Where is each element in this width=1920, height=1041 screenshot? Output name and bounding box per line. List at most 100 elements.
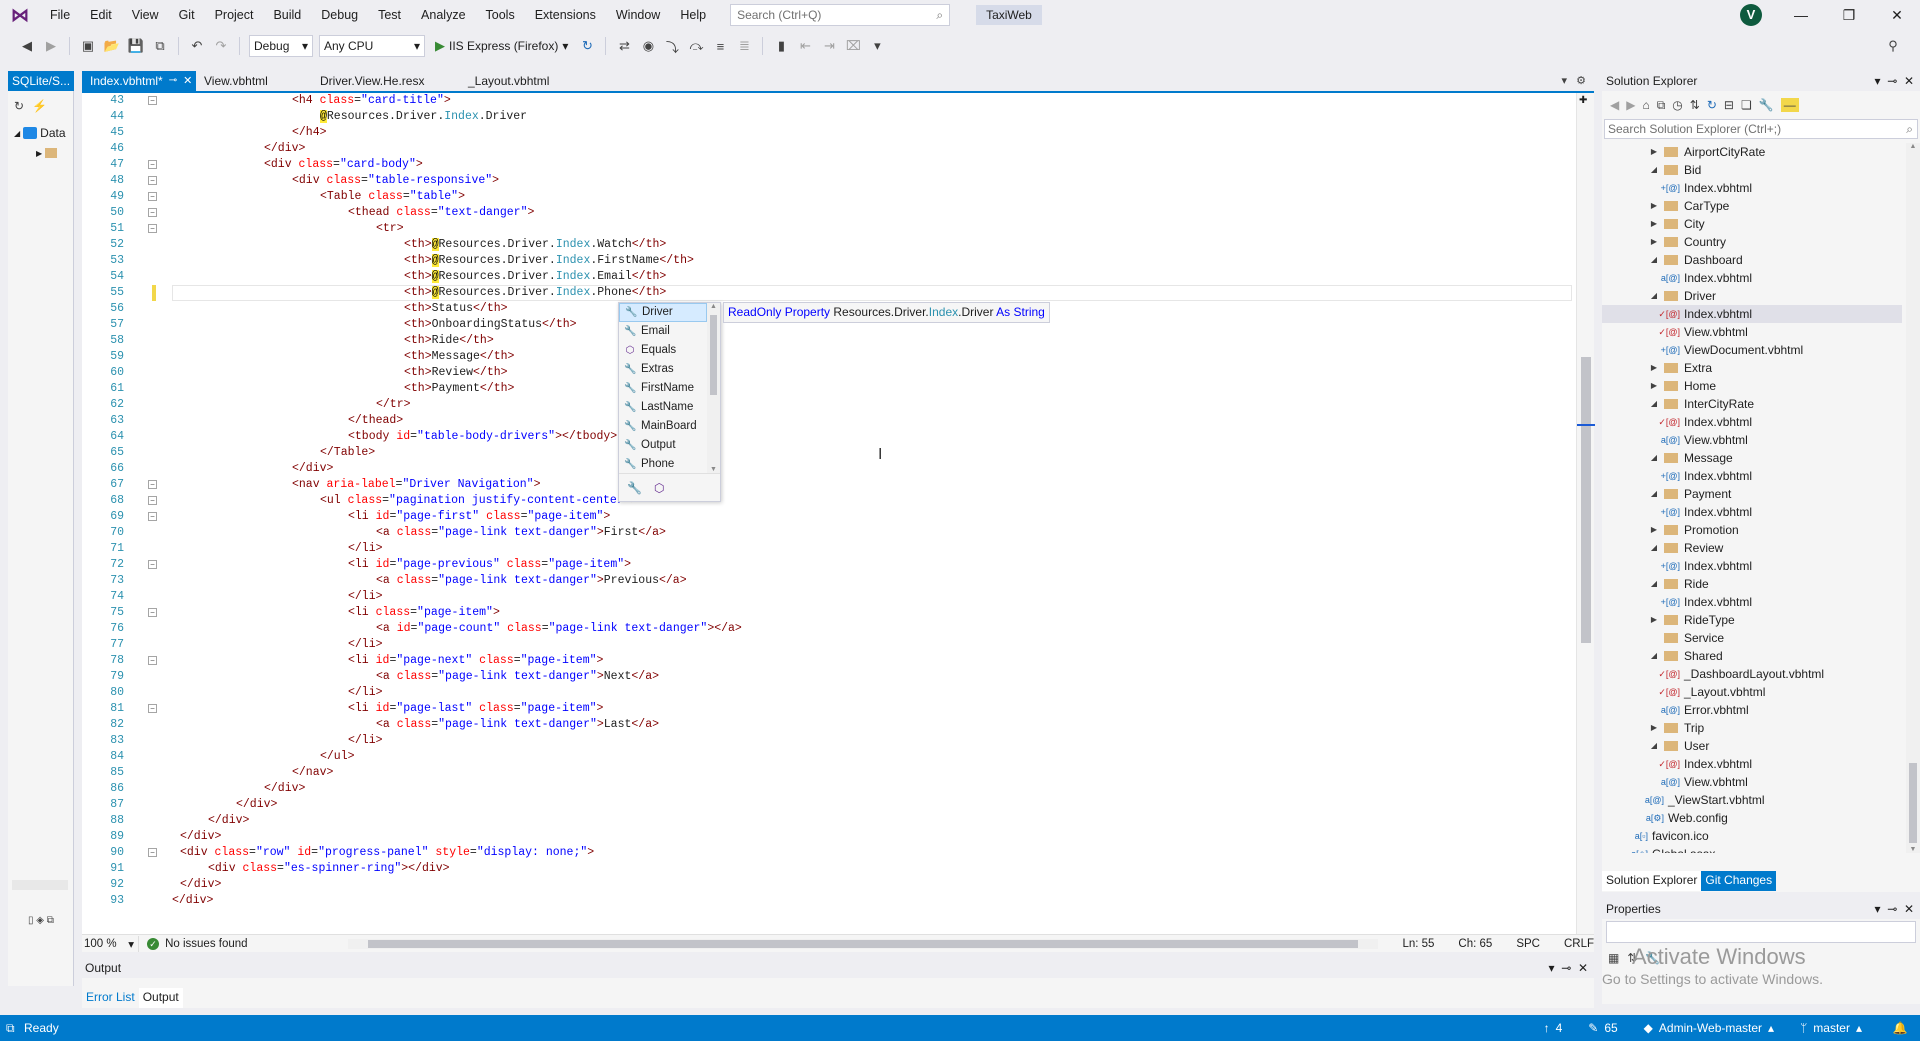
save-all-icon[interactable]: ⧉: [151, 37, 169, 55]
tab-output[interactable]: Output: [138, 988, 183, 1008]
code-line[interactable]: <a class="page-link text-danger">Previou…: [172, 573, 1572, 589]
menu-file[interactable]: File: [40, 0, 80, 30]
code-line[interactable]: @Resources.Driver.Index.Driver: [172, 109, 1572, 125]
tree-file[interactable]: ✓[@] _DashboardLayout.vbhtml: [1602, 665, 1902, 683]
code-line[interactable]: <th>@Resources.Driver.Index.Email</th>: [172, 269, 1572, 285]
branch-selector[interactable]: ᛘ master ▴: [1800, 1021, 1862, 1035]
menu-tools[interactable]: Tools: [476, 0, 525, 30]
fold-toggle-icon[interactable]: −: [148, 192, 157, 201]
expand-arrow-icon[interactable]: ▶: [1648, 719, 1660, 737]
code-line[interactable]: </div>: [172, 813, 1572, 829]
tree-file[interactable]: a[⚙] Web.config: [1602, 809, 1902, 827]
fold-toggle-icon[interactable]: −: [148, 512, 157, 521]
code-line[interactable]: </div>: [172, 781, 1572, 797]
scroll-up-icon[interactable]: ▲: [707, 303, 720, 310]
tree-folder[interactable]: ◢ User: [1602, 737, 1902, 755]
intellisense-completion-list[interactable]: 🔧 Driver 🔧 Email ⬡ Equals 🔧 Extras 🔧 FirstName 🔧 La…: [618, 302, 721, 502]
comment-icon[interactable]: ≡: [711, 37, 729, 55]
tab-index-vbhtml[interactable]: Index.vbhtml* ⊸ ✕: [82, 71, 196, 91]
uncomment-icon[interactable]: ≣: [735, 37, 753, 55]
code-line[interactable]: <a class="page-link text-danger">Next</a…: [172, 669, 1572, 685]
horizontal-scroll-thumb[interactable]: [367, 939, 1358, 948]
property-filter-icon[interactable]: 🔧: [627, 481, 642, 495]
code-line[interactable]: <div class="card-body">: [172, 157, 1572, 173]
code-line[interactable]: </div>: [172, 829, 1572, 845]
menu-help[interactable]: Help: [670, 0, 716, 30]
tree-file[interactable]: +[@] Index.vbhtml: [1602, 557, 1902, 575]
code-line[interactable]: <th>Review</th>: [172, 365, 1572, 381]
panel-window-controls[interactable]: ▾ ⊸ ✕: [1549, 958, 1594, 978]
close-window-icon[interactable]: ✕: [1874, 0, 1920, 30]
fold-toggle-icon[interactable]: −: [148, 704, 157, 713]
line-ending[interactable]: CRLF: [1564, 938, 1594, 950]
completion-item[interactable]: 🔧 Extras: [619, 360, 707, 379]
menu-edit[interactable]: Edit: [80, 0, 122, 30]
code-line[interactable]: <tr>: [172, 221, 1572, 237]
tab-overflow-dropdown-icon[interactable]: ▾ ⚙: [1561, 71, 1586, 91]
tree-file[interactable]: a[@] View.vbhtml: [1602, 773, 1902, 791]
tree-file[interactable]: +[@] Index.vbhtml: [1602, 593, 1902, 611]
solution-search-input[interactable]: Search Solution Explorer (Ctrl+;) ⌕: [1604, 119, 1918, 139]
new-project-icon[interactable]: ▣: [79, 37, 97, 55]
tab-layout-vbhtml[interactable]: _Layout.vbhtml: [460, 71, 590, 91]
fold-toggle-icon[interactable]: −: [148, 496, 157, 505]
fold-toggle-icon[interactable]: −: [148, 560, 157, 569]
code-line[interactable]: <li id="page-next" class="page-item">: [172, 653, 1572, 669]
code-line[interactable]: <a class="page-link text-danger">Last</a…: [172, 717, 1572, 733]
restore-icon[interactable]: ❐: [1826, 0, 1872, 30]
tree-folder[interactable]: ◢ Message: [1602, 449, 1902, 467]
code-line[interactable]: <th>@Resources.Driver.Index.Phone</th>: [172, 285, 1572, 301]
menu-test[interactable]: Test: [368, 0, 411, 30]
tree-file[interactable]: a[@] Error.vbhtml: [1602, 701, 1902, 719]
menu-extensions[interactable]: Extensions: [525, 0, 606, 30]
prev-bookmark-icon[interactable]: ⇤: [796, 37, 814, 55]
collapse-arrow-icon[interactable]: ◢: [1648, 575, 1660, 593]
forward-icon[interactable]: ▶: [1626, 98, 1635, 112]
account-avatar[interactable]: V: [1740, 4, 1762, 26]
tree-folder[interactable]: ◢ Driver: [1602, 287, 1902, 305]
menu-debug[interactable]: Debug: [311, 0, 368, 30]
completion-scrollbar[interactable]: ▲ ▼: [707, 303, 720, 473]
fold-toggle-icon[interactable]: −: [148, 224, 157, 233]
menu-window[interactable]: Window: [606, 0, 670, 30]
column-number[interactable]: Ch: 65: [1458, 938, 1492, 950]
tree-folder[interactable]: ◢ InterCityRate: [1602, 395, 1902, 413]
navigate-forward-icon[interactable]: ▶: [42, 37, 60, 55]
tree-folder[interactable]: ▶ Trip: [1602, 719, 1902, 737]
tree-file[interactable]: a[@] _ViewStart.vbhtml: [1602, 791, 1902, 809]
sync-icon[interactable]: ⇅: [1690, 98, 1700, 112]
code-line[interactable]: <li id="page-first" class="page-item">: [172, 509, 1572, 525]
zoom-dropdown[interactable]: 100 % ▾: [82, 935, 140, 952]
refresh-icon[interactable]: ↻: [14, 99, 24, 113]
code-line[interactable]: <div class="row" id="progress-panel" sty…: [172, 845, 1572, 861]
collapse-arrow-icon[interactable]: ◢: [1648, 395, 1660, 413]
line-number[interactable]: Ln: 55: [1402, 938, 1434, 950]
fold-toggle-icon[interactable]: −: [148, 656, 157, 665]
code-line[interactable]: </li>: [172, 733, 1572, 749]
tree-file[interactable]: +[@] Index.vbhtml: [1602, 503, 1902, 521]
scrollbar-thumb[interactable]: [1909, 763, 1917, 843]
switch-views-icon[interactable]: ⧉: [1657, 98, 1666, 113]
bookmark-icon[interactable]: ▮: [772, 37, 790, 55]
tree-file[interactable]: ✓[@] Index.vbhtml: [1602, 755, 1902, 773]
code-line[interactable]: </div>: [172, 461, 1572, 477]
minimize-icon[interactable]: —: [1778, 0, 1824, 30]
menu-analyze[interactable]: Analyze: [411, 0, 475, 30]
screenshot-icon[interactable]: ◉: [639, 37, 657, 55]
tree-file[interactable]: +[@] Index.vbhtml: [1602, 467, 1902, 485]
tree-folder[interactable]: ◢ Shared: [1602, 647, 1902, 665]
step-over-icon[interactable]: ⤼: [687, 37, 705, 55]
editor-horizontal-scrollbar[interactable]: [347, 938, 1379, 949]
code-line[interactable]: <li id="page-last" class="page-item">: [172, 701, 1572, 717]
code-editor[interactable]: 43 − 44 45 46 47 − 48 − 49 − 50 − 51 − 52 53 54 55 56 57 58 59…: [82, 91, 1595, 936]
tree-folder[interactable]: ▶ RideType: [1602, 611, 1902, 629]
back-icon[interactable]: ◀: [1610, 98, 1619, 112]
tree-folder[interactable]: ▶ City: [1602, 215, 1902, 233]
editor-vertical-scrollbar[interactable]: ✚: [1576, 93, 1595, 936]
collapse-arrow-icon[interactable]: ◢: [1648, 647, 1660, 665]
repository-selector[interactable]: ◆ Admin-Web-master ▴: [1644, 1021, 1774, 1035]
tree-file[interactable]: a[@] View.vbhtml: [1602, 431, 1902, 449]
completion-item[interactable]: 🔧 Phone: [619, 455, 707, 474]
refresh-icon[interactable]: ↻: [1707, 98, 1717, 112]
clear-bookmarks-icon[interactable]: ⌧: [844, 37, 862, 55]
